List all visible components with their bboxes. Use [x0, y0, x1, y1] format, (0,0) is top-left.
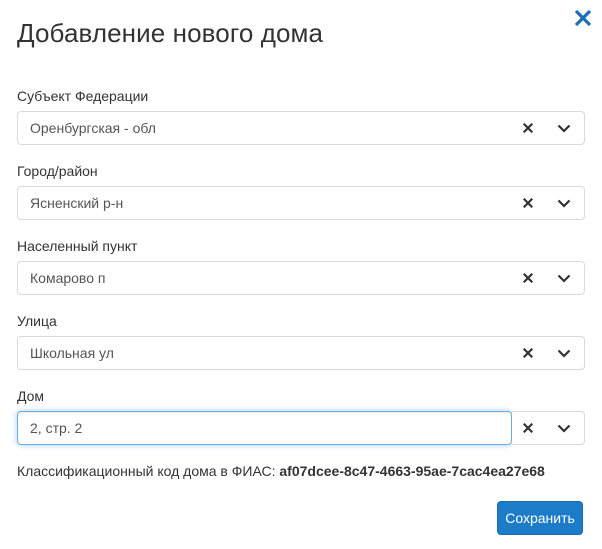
house-clear-button[interactable]: [521, 412, 535, 444]
city-clear-button[interactable]: [521, 187, 535, 219]
city-value: Ясненский р-н: [30, 195, 124, 211]
region-label: Субъект Федерации: [17, 88, 149, 104]
clear-x-icon: [523, 123, 533, 133]
street-select[interactable]: Школьная ул: [17, 336, 585, 370]
modal-title: Добавление нового дома: [17, 18, 324, 48]
house-input[interactable]: [17, 411, 512, 445]
clear-x-icon: [523, 273, 533, 283]
city-label: Город/район: [17, 163, 98, 179]
chevron-down-icon: [557, 199, 571, 208]
settlement-clear-button[interactable]: [521, 262, 535, 294]
close-button[interactable]: [572, 7, 594, 29]
close-icon: [574, 9, 592, 27]
fias-label: Классификационный код дома в ФИАС:: [17, 463, 276, 479]
settlement-label: Населенный пункт: [17, 238, 138, 254]
region-select[interactable]: Оренбургская - обл: [17, 111, 585, 145]
house-dropdown-toggle[interactable]: [556, 412, 572, 444]
clear-x-icon: [523, 348, 533, 358]
street-value: Школьная ул: [30, 345, 114, 361]
house-select-controls: [512, 411, 585, 445]
chevron-down-icon: [557, 424, 571, 433]
settlement-select[interactable]: Комарово п: [17, 261, 585, 295]
city-select[interactable]: Ясненский р-н: [17, 186, 585, 220]
street-clear-button[interactable]: [521, 337, 535, 369]
street-label: Улица: [17, 313, 57, 329]
settlement-dropdown-toggle[interactable]: [556, 262, 572, 294]
add-house-modal: Добавление нового дома Субъект Федерации…: [0, 0, 602, 549]
fias-code: af07dcee-8c47-4663-95ae-7cac4ea27e68: [279, 463, 545, 479]
chevron-down-icon: [557, 124, 571, 133]
clear-x-icon: [523, 423, 533, 433]
chevron-down-icon: [557, 349, 571, 358]
chevron-down-icon: [557, 274, 571, 283]
city-dropdown-toggle[interactable]: [556, 187, 572, 219]
save-button[interactable]: Сохранить: [497, 501, 583, 535]
clear-x-icon: [523, 198, 533, 208]
street-dropdown-toggle[interactable]: [556, 337, 572, 369]
region-clear-button[interactable]: [521, 112, 535, 144]
fias-code-line: Классификационный код дома в ФИАС: af07d…: [17, 463, 545, 479]
region-value: Оренбургская - обл: [30, 120, 156, 136]
settlement-value: Комарово п: [30, 270, 106, 286]
house-label: Дом: [17, 388, 45, 404]
region-dropdown-toggle[interactable]: [556, 112, 572, 144]
